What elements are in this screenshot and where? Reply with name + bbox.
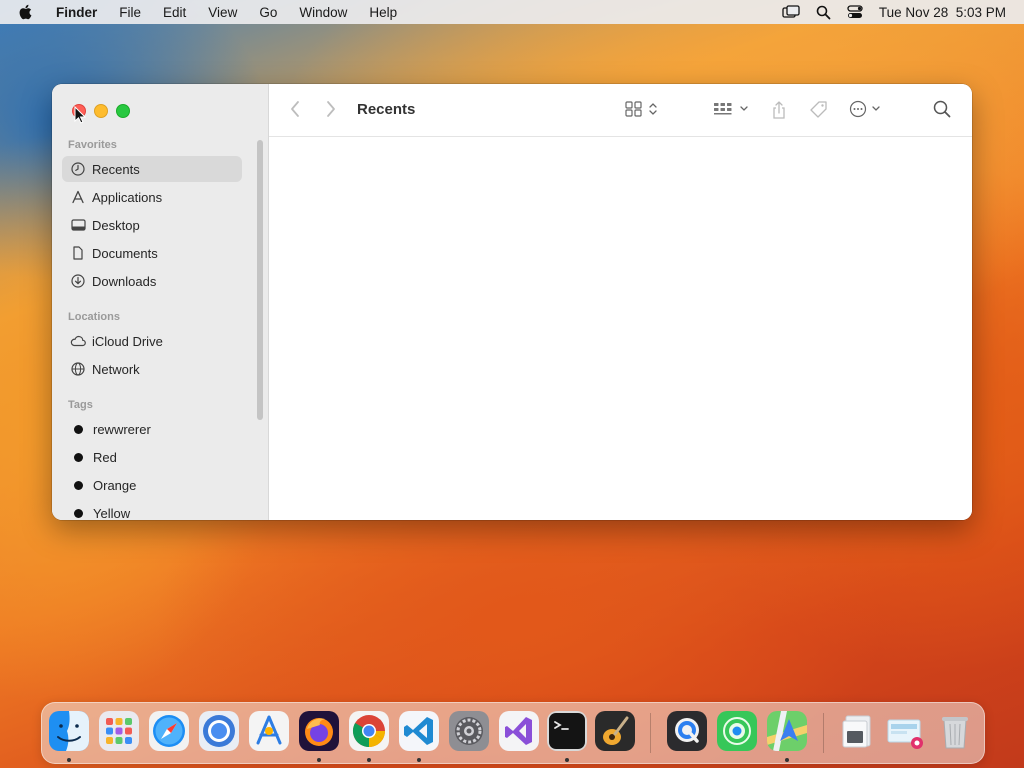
dock-separator: [823, 713, 824, 753]
cloud-icon: [70, 333, 86, 349]
content-area: Recents: [269, 84, 972, 520]
sidebar-item-label: Recents: [92, 161, 140, 177]
dock-garageband[interactable]: [595, 711, 635, 751]
back-icon[interactable]: [289, 100, 301, 118]
desktop-icon: [70, 217, 86, 233]
forward-icon[interactable]: [325, 100, 337, 118]
tag-dot-icon: [74, 424, 83, 434]
group-icon[interactable]: [713, 100, 751, 118]
running-indicator: [417, 758, 421, 762]
dock-downloads-stack[interactable]: [837, 711, 877, 751]
file-list-empty[interactable]: [269, 137, 972, 520]
menu-file[interactable]: File: [119, 5, 141, 20]
sidebar-item-tag-yellow[interactable]: Yellow: [62, 500, 242, 520]
menu-app-name[interactable]: Finder: [56, 5, 97, 20]
sidebar-item-label: Downloads: [92, 273, 157, 289]
dock-instruments[interactable]: [249, 711, 289, 751]
menu-go[interactable]: Go: [259, 5, 277, 20]
dock-quicktime-player[interactable]: [667, 711, 707, 751]
tag-dot-icon: [74, 480, 83, 490]
spotlight-search-icon[interactable]: [816, 5, 831, 20]
sidebar-item-recents[interactable]: Recents: [62, 156, 242, 182]
running-indicator: [67, 758, 71, 762]
menu-bar: Finder File Edit View Go Window Help Tue…: [0, 0, 1024, 24]
sidebar-item-label: Red: [93, 449, 117, 465]
running-indicator: [785, 758, 789, 762]
sidebar-item-label: Documents: [92, 245, 158, 261]
apple-menu-icon[interactable]: [18, 4, 36, 20]
dock-maps[interactable]: [767, 711, 807, 751]
sidebar: Favorites Recents Applications Desktop D…: [52, 84, 269, 520]
dock-screenshot-stack[interactable]: [885, 711, 925, 751]
download-icon: [70, 273, 86, 289]
applications-icon: [70, 189, 86, 205]
sidebar-item-icloud-drive[interactable]: iCloud Drive: [62, 328, 242, 354]
tag-dot-icon: [74, 508, 83, 518]
sidebar-item-label: Desktop: [92, 217, 140, 233]
tag-icon[interactable]: [809, 100, 829, 120]
sidebar-item-applications[interactable]: Applications: [62, 184, 242, 210]
control-center-icon[interactable]: [847, 5, 863, 19]
sidebar-item-label: iCloud Drive: [92, 333, 163, 349]
dock-firefox[interactable]: [299, 711, 339, 751]
dock-visual-studio[interactable]: [499, 711, 539, 751]
dock-safari[interactable]: [149, 711, 189, 751]
menu-clock[interactable]: Tue Nov 28 5:03 PM: [879, 5, 1006, 20]
menu-help[interactable]: Help: [369, 5, 397, 20]
window-title: Recents: [357, 101, 416, 118]
icon-view-icon[interactable]: [625, 100, 661, 118]
tags-section-label: Tags: [68, 399, 93, 411]
dock-terminal[interactable]: [547, 711, 587, 751]
sidebar-item-tag-orange[interactable]: Orange: [62, 472, 242, 498]
sidebar-item-label: Network: [92, 361, 140, 377]
minimize-window-button[interactable]: [94, 104, 108, 118]
menu-view[interactable]: View: [208, 5, 237, 20]
dock-launchpad[interactable]: [99, 711, 139, 751]
share-icon[interactable]: [771, 100, 787, 120]
sidebar-item-desktop[interactable]: Desktop: [62, 212, 242, 238]
zoom-window-button[interactable]: [116, 104, 130, 118]
favorites-section-label: Favorites: [68, 139, 117, 151]
sidebar-item-network[interactable]: Network: [62, 356, 242, 382]
dock-find-my[interactable]: [717, 711, 757, 751]
dock-separator: [650, 713, 651, 753]
dock-visual-studio-code[interactable]: [399, 711, 439, 751]
running-indicator: [565, 758, 569, 762]
sidebar-item-downloads[interactable]: Downloads: [62, 268, 242, 294]
tag-dot-icon: [74, 452, 83, 462]
sidebar-scrollbar[interactable]: [257, 140, 263, 420]
search-icon[interactable]: [933, 100, 951, 118]
menu-window[interactable]: Window: [299, 5, 347, 20]
menu-edit[interactable]: Edit: [163, 5, 186, 20]
sidebar-item-documents[interactable]: Documents: [62, 240, 242, 266]
toolbar: Recents: [269, 84, 972, 137]
dock-finder[interactable]: [49, 711, 89, 751]
locations-section-label: Locations: [68, 311, 120, 323]
running-indicator: [317, 758, 321, 762]
mouse-cursor-icon: [74, 105, 87, 129]
finder-window: Favorites Recents Applications Desktop D…: [52, 84, 972, 520]
screen-mirroring-icon[interactable]: [782, 5, 800, 19]
dock-chromium[interactable]: [199, 711, 239, 751]
dock-trash[interactable]: [935, 711, 975, 751]
clock-icon: [70, 161, 86, 177]
sidebar-item-label: rewwrerer: [93, 421, 151, 437]
globe-icon: [70, 361, 86, 377]
dock-google-chrome[interactable]: [349, 711, 389, 751]
sidebar-item-label: Orange: [93, 477, 137, 493]
running-indicator: [367, 758, 371, 762]
sidebar-item-tag-red[interactable]: Red: [62, 444, 242, 470]
more-actions-icon[interactable]: [849, 100, 885, 118]
dock: [41, 702, 985, 764]
sidebar-item-tag-rewwrerer[interactable]: rewwrerer: [62, 416, 242, 442]
sidebar-item-label: Yellow: [93, 505, 131, 521]
document-icon: [70, 245, 86, 261]
sidebar-item-label: Applications: [92, 189, 163, 205]
dock-system-settings[interactable]: [449, 711, 489, 751]
